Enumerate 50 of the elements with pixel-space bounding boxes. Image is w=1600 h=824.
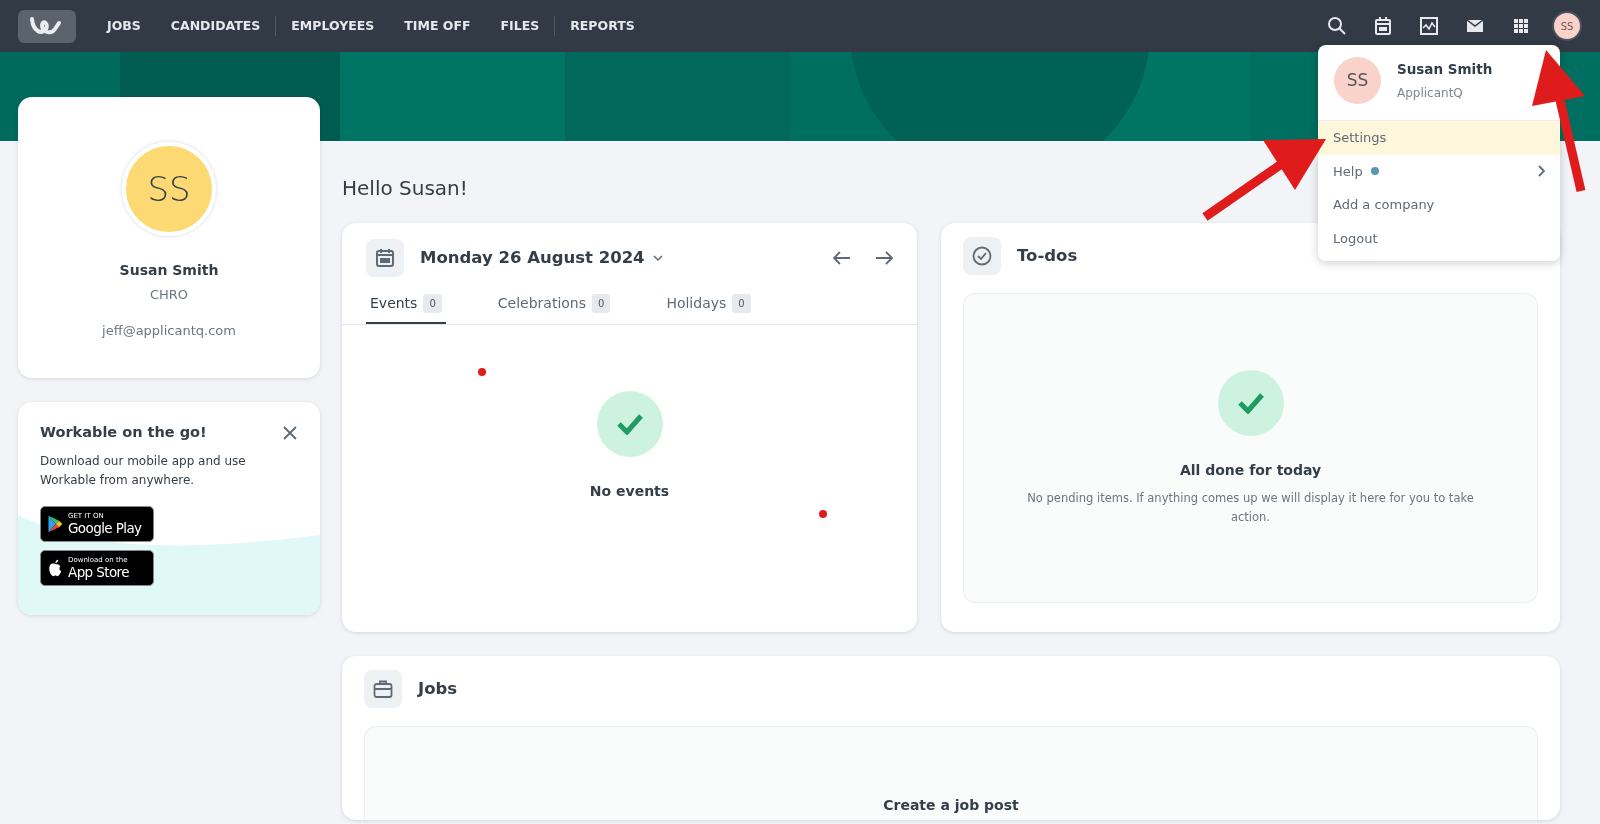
logo[interactable] [18, 9, 76, 43]
arrow-right-icon[interactable] [875, 251, 893, 265]
date-picker[interactable]: Monday 26 August 2024 [420, 245, 663, 271]
nav-link[interactable]: JOBS [92, 16, 156, 36]
profile-role: CHRO [149, 286, 189, 304]
profile-name: Susan Smith [119, 261, 219, 280]
greeting: Hello Susan! [342, 175, 468, 202]
tab[interactable]: Events 0 [366, 293, 446, 324]
calendar-icon[interactable] [1372, 15, 1394, 37]
tab[interactable]: Holidays 0 [662, 293, 755, 324]
nav-link[interactable]: FILES [485, 16, 555, 36]
empty-state-title: No events [589, 482, 670, 501]
promo-title: Workable on the go! [40, 423, 207, 442]
caret-icon [652, 254, 663, 262]
menu-item[interactable]: Logout [1318, 221, 1560, 255]
calendar-icon [374, 247, 396, 269]
menu-item[interactable]: Settings [1318, 121, 1560, 155]
empty-state-text: No pending items. If anything comes up we will display it here for you to take action. [1026, 490, 1475, 526]
nav-link[interactable]: TIME OFF [389, 16, 486, 36]
menu-item[interactable]: Help [1318, 154, 1560, 188]
nav-link[interactable]: CANDIDATES [155, 16, 276, 36]
profile-email: jeff@applicantq.com [102, 321, 236, 340]
briefcase-icon [372, 678, 394, 700]
count-badge: 0 [592, 294, 611, 313]
marker-dot [478, 368, 486, 376]
card-title: To-dos [1017, 244, 1078, 267]
check-icon [1236, 392, 1265, 415]
close-icon[interactable] [282, 424, 298, 441]
promo-text: Download our mobile app and use Workable from anywhere. [40, 452, 247, 489]
nav-link[interactable]: REPORTS [555, 16, 650, 36]
marker-dot [819, 510, 827, 518]
search-icon[interactable] [1326, 15, 1348, 37]
card-title: Jobs [418, 677, 458, 700]
empty-state-title: All done for today [1179, 461, 1322, 481]
apple-icon [46, 558, 64, 579]
chart-icon[interactable] [1418, 15, 1440, 37]
count-badge: 0 [423, 294, 442, 313]
user-name: Susan Smith [1397, 60, 1493, 80]
check-icon [615, 413, 644, 435]
check-circle-icon [971, 245, 993, 267]
tab[interactable]: Celebrations 0 [493, 293, 615, 324]
avatar-button[interactable]: SS [1552, 11, 1582, 41]
company-name: ApplicantQ [1397, 84, 1464, 102]
nav-link[interactable]: EMPLOYEES [276, 16, 390, 36]
avatar: SS [1334, 57, 1381, 104]
play-icon [46, 514, 64, 535]
menu-item[interactable]: Add a company [1318, 188, 1560, 222]
empty-state-title: Create a job post [883, 796, 1019, 815]
arrow-left-icon[interactable] [833, 251, 851, 265]
count-badge: 0 [732, 294, 751, 313]
